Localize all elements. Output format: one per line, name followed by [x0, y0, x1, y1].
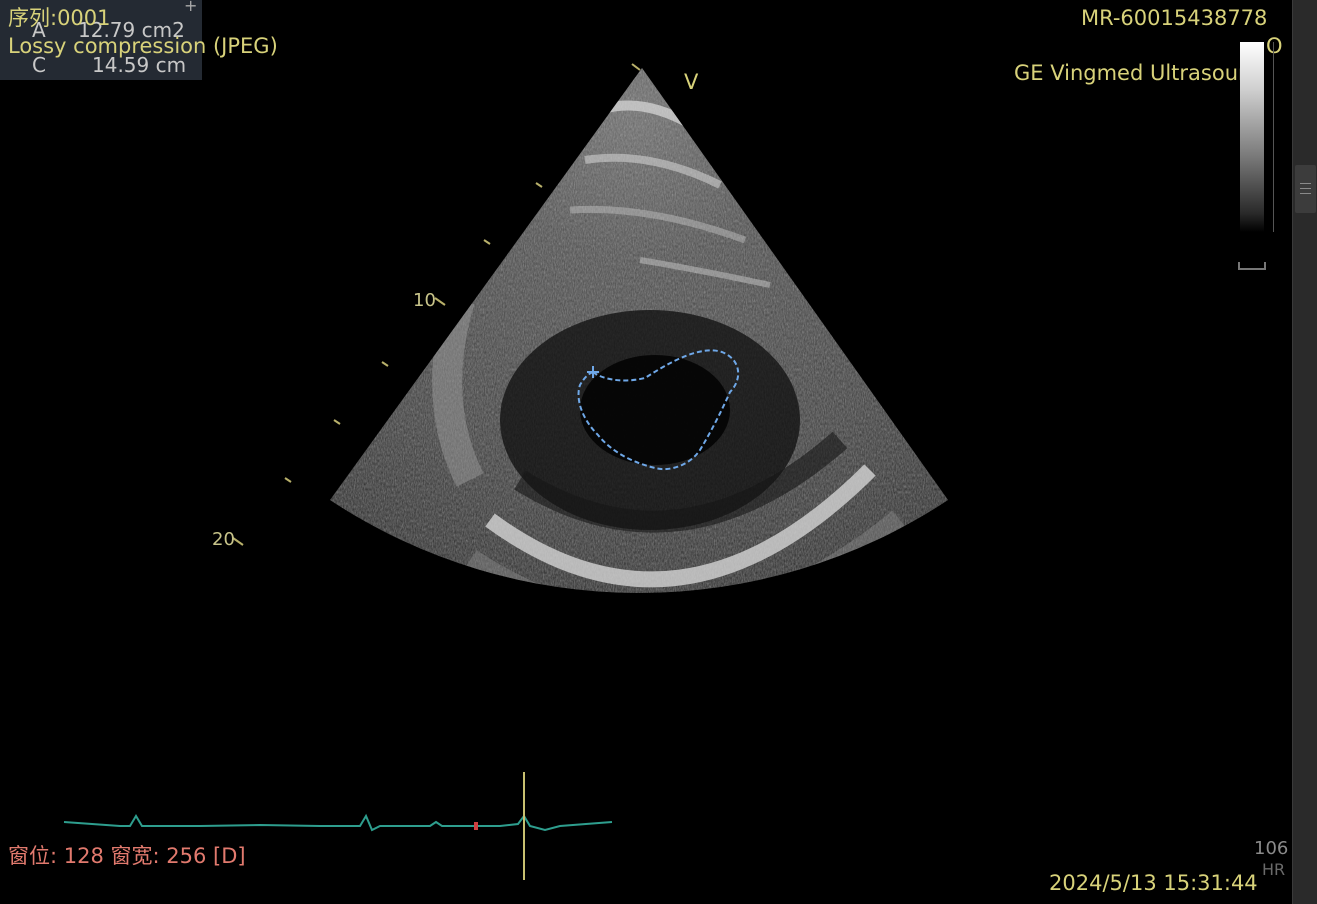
- scroll-thumb[interactable]: [1295, 165, 1316, 213]
- series-number: 序列:0001: [8, 6, 111, 30]
- depth-label-10: 10: [413, 290, 436, 311]
- heart-rate-label: HR: [1262, 860, 1286, 879]
- ultrasound-canvas: [63, 63, 948, 880]
- depth-label-20: 20: [212, 529, 235, 550]
- timestamp: 2024/5/13 15:31:44: [1049, 871, 1258, 895]
- heart-rate-value: 106: [1254, 838, 1289, 859]
- compression-info: Lossy compression (JPEG): [8, 34, 278, 58]
- manufacturer: GE Vingmed Ultrasound: [1014, 61, 1265, 85]
- vertical-scrollbar[interactable]: [1292, 0, 1317, 904]
- ecg-marker: [474, 822, 478, 830]
- grayscale-tick: [1273, 42, 1278, 232]
- plus-icon: +: [184, 0, 198, 15]
- circumference-value: 14.59 cm: [92, 53, 187, 77]
- patient-id: MR-60015438778: [1081, 6, 1268, 30]
- window-level-text: 窗位: 128 窗宽: 256 [D]: [8, 844, 246, 868]
- grayscale-bracket: [1238, 262, 1266, 270]
- orientation-marker: V: [684, 70, 699, 94]
- ultrasound-viewer[interactable]: + A 12.79 cm2 C 14.59 cm 序列:0001 Lossy c…: [0, 0, 1292, 904]
- circumference-label: C: [32, 53, 46, 77]
- ecg-waveform: [63, 813, 613, 832]
- grayscale-bar: [1240, 42, 1264, 232]
